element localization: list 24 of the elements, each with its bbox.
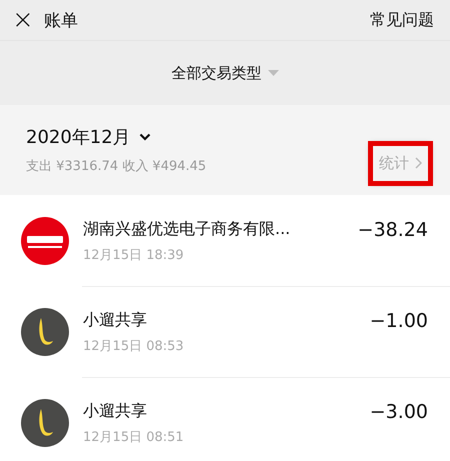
merchant-name: 湖南兴盛优选电子商务有限... bbox=[83, 219, 292, 240]
transaction-time: 12月15日 18:39 bbox=[83, 247, 185, 264]
caret-icon bbox=[268, 70, 278, 76]
merchant-logo-icon bbox=[21, 308, 69, 356]
transaction-row[interactable]: 小遛共享 12月15日 08:53 −1.00 bbox=[0, 286, 450, 377]
month-summary: 支出 ¥3316.74 收入 ¥494.45 bbox=[26, 158, 208, 175]
page-title: 账单 bbox=[44, 10, 78, 32]
merchant-name: 小遛共享 bbox=[83, 401, 148, 422]
transaction-time: 12月15日 08:51 bbox=[83, 429, 185, 446]
merchant-logo-icon bbox=[21, 217, 69, 265]
merchant-logo-icon bbox=[21, 399, 69, 447]
transaction-row[interactable]: 小遛共享 12月15日 08:51 −3.00 bbox=[0, 377, 450, 461]
chevron-right-icon bbox=[415, 157, 422, 169]
transaction-amount: −3.00 bbox=[370, 400, 428, 423]
transaction-amount: −1.00 bbox=[370, 309, 428, 332]
transaction-type-dropdown[interactable]: 全部交易类型 bbox=[172, 64, 278, 82]
chevron-down-icon bbox=[138, 133, 151, 141]
merchant-name: 小遛共享 bbox=[83, 310, 148, 331]
transaction-amount: −38.24 bbox=[358, 218, 428, 241]
transaction-row[interactable]: 湖南兴盛优选电子商务有限... 12月15日 18:39 −38.24 bbox=[0, 195, 450, 286]
month-selector[interactable]: 2020年12月 bbox=[26, 125, 151, 149]
transaction-time: 12月15日 08:53 bbox=[83, 338, 185, 355]
close-button[interactable]: × bbox=[12, 7, 34, 33]
faq-link[interactable]: 常见问题 bbox=[370, 10, 434, 30]
